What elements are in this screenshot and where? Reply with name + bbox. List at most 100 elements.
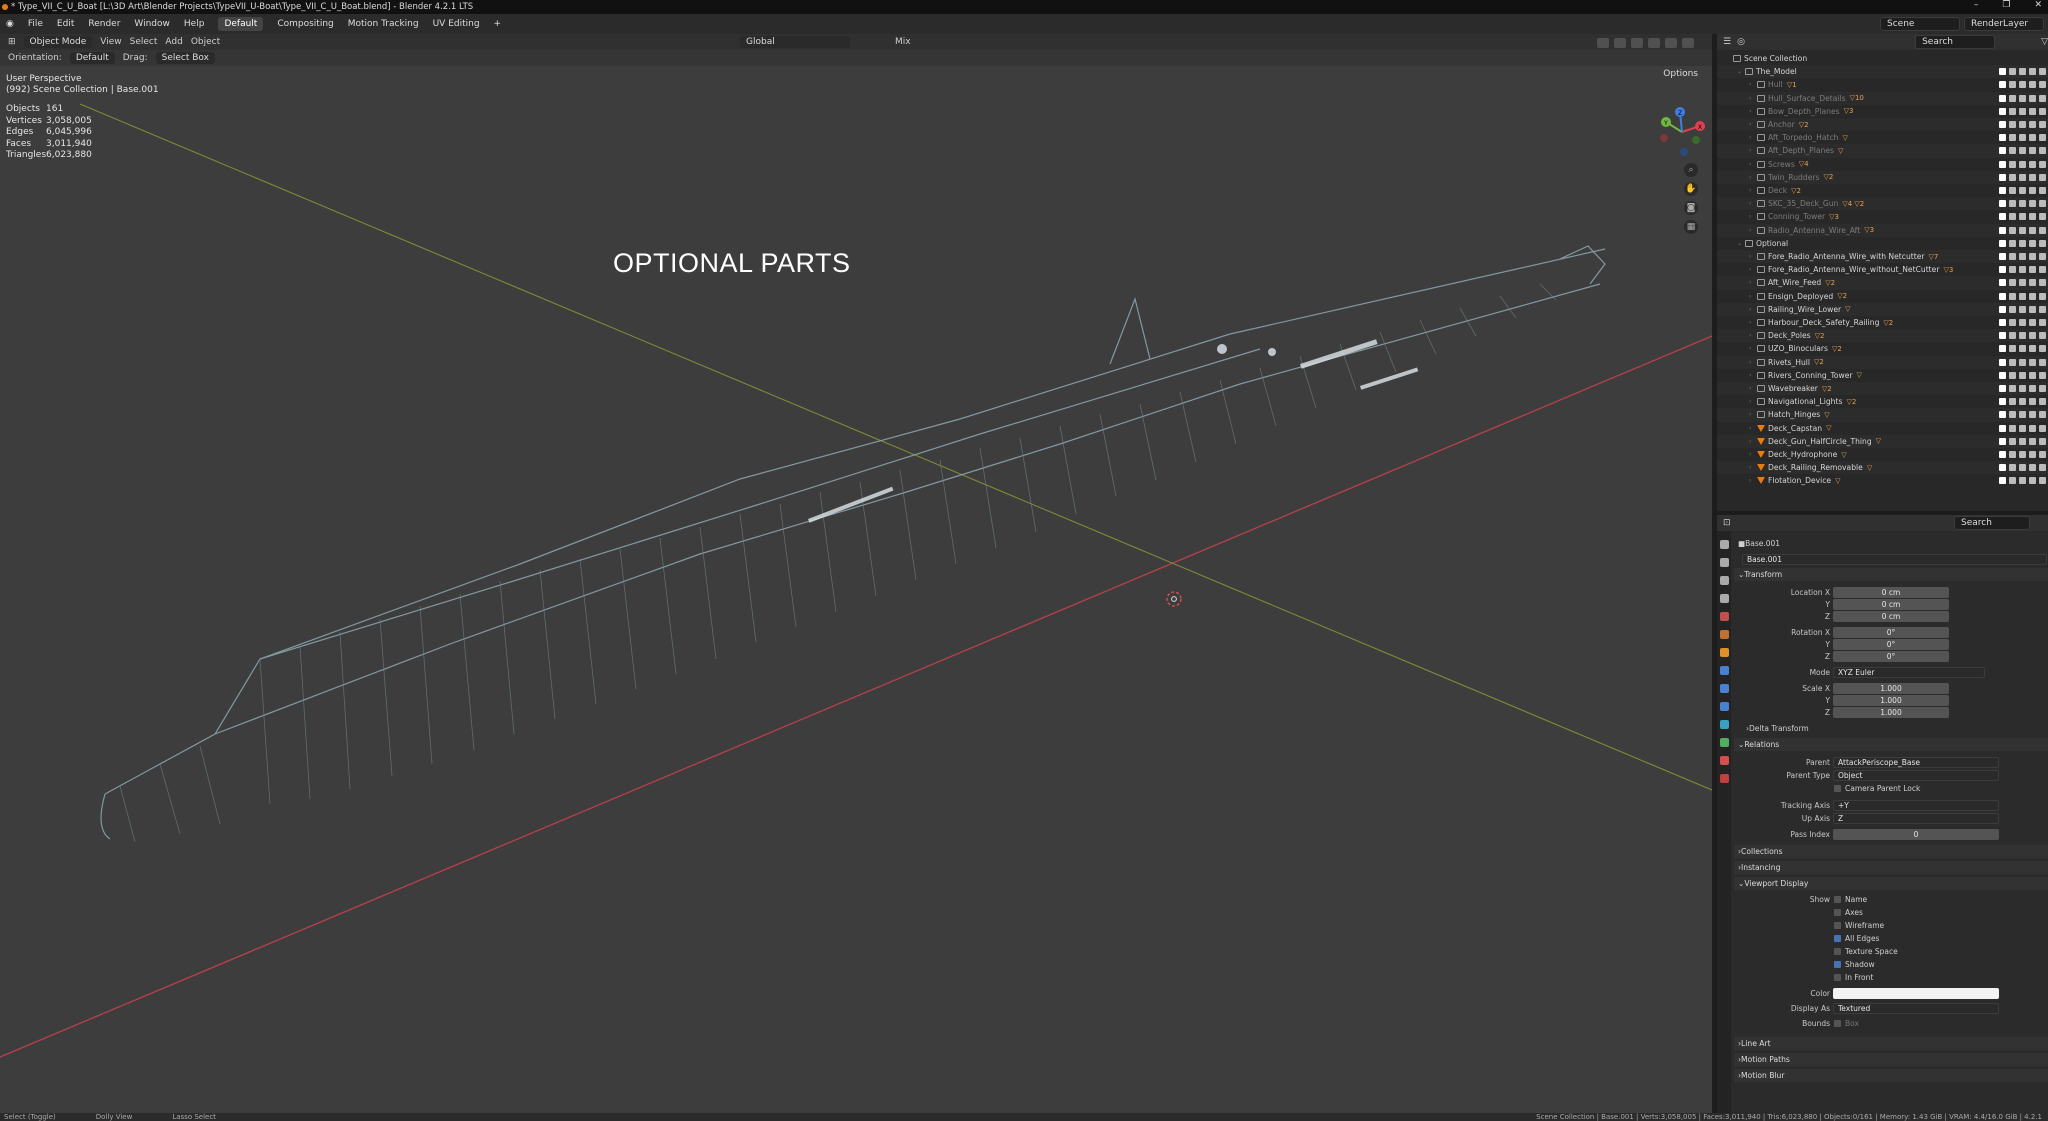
eye-icon[interactable] bbox=[2019, 213, 2026, 221]
viewport-display-icon[interactable] bbox=[2029, 121, 2036, 129]
viewport-display-icon[interactable] bbox=[2029, 200, 2036, 208]
scale-x-field[interactable]: 1.000 bbox=[1833, 683, 1949, 694]
expand-arrow-icon[interactable]: › bbox=[1749, 266, 1757, 273]
outliner-row[interactable]: › Deck_Gun_HalfCircle_Thing ▽ bbox=[1717, 434, 2048, 448]
object-name-field[interactable]: Base.001 bbox=[1742, 554, 2047, 565]
rotation-y-field[interactable]: 0° bbox=[1833, 639, 1949, 650]
selectable-icon[interactable] bbox=[2009, 200, 2016, 208]
minimize-button[interactable]: – bbox=[1974, 0, 1979, 10]
eye-icon[interactable] bbox=[2019, 385, 2026, 393]
exclude-checkbox-icon[interactable] bbox=[1999, 411, 2006, 419]
viewport-display-icon[interactable] bbox=[2029, 213, 2036, 221]
viewport-display-icon[interactable] bbox=[2029, 437, 2036, 445]
outliner-row[interactable]: › UZO_Binoculars ▽2 bbox=[1717, 342, 2048, 355]
eye-icon[interactable] bbox=[2019, 464, 2026, 472]
exclude-checkbox-icon[interactable] bbox=[1999, 464, 2006, 472]
visibility-toggles[interactable] bbox=[1999, 332, 2046, 340]
visibility-toggles[interactable] bbox=[1999, 173, 2046, 181]
viewport-scene[interactable] bbox=[0, 34, 1712, 1117]
render-camera-icon[interactable] bbox=[2039, 411, 2046, 419]
render-camera-icon[interactable] bbox=[2039, 253, 2046, 261]
viewport-display-icon[interactable] bbox=[2029, 147, 2036, 155]
outliner-row[interactable]: › Deck_Hydrophone ▽ bbox=[1717, 448, 2048, 461]
exclude-checkbox-icon[interactable] bbox=[1999, 107, 2006, 115]
selectable-icon[interactable] bbox=[2009, 68, 2016, 76]
expand-arrow-icon[interactable]: › bbox=[1749, 332, 1757, 339]
render-camera-icon[interactable] bbox=[2039, 371, 2046, 379]
visibility-toggles[interactable] bbox=[1999, 68, 2046, 76]
visibility-toggles[interactable] bbox=[1999, 213, 2046, 221]
visibility-toggles[interactable] bbox=[1999, 398, 2046, 406]
selectable-icon[interactable] bbox=[2009, 437, 2016, 445]
visibility-toggles[interactable] bbox=[1999, 319, 2046, 327]
visibility-toggles[interactable] bbox=[1999, 187, 2046, 195]
render-camera-icon[interactable] bbox=[2039, 173, 2046, 181]
selectable-icon[interactable] bbox=[2009, 173, 2016, 181]
eye-icon[interactable] bbox=[2019, 200, 2026, 208]
properties-editor-icon[interactable]: ⊡ bbox=[1723, 518, 1731, 528]
display-mode-icon[interactable]: ◎ bbox=[1737, 37, 1745, 47]
outliner-row[interactable]: › Twin_Rudders ▽2 bbox=[1717, 170, 2048, 184]
line-art-panel-header[interactable]: › Line Art bbox=[1734, 1037, 2048, 1050]
expand-arrow-icon[interactable]: › bbox=[1749, 464, 1757, 471]
visibility-toggles[interactable] bbox=[1999, 81, 2046, 89]
selectable-icon[interactable] bbox=[2009, 107, 2016, 115]
eye-icon[interactable] bbox=[2019, 147, 2026, 155]
modifier-tab-icon[interactable] bbox=[1719, 666, 1729, 675]
transform-panel-header[interactable]: ⌄ Transform bbox=[1734, 568, 2048, 581]
expand-arrow-icon[interactable]: › bbox=[1749, 253, 1757, 260]
render-camera-icon[interactable] bbox=[2039, 451, 2046, 459]
selectable-icon[interactable] bbox=[2009, 213, 2016, 221]
scale-y-field[interactable]: 1.000 bbox=[1833, 695, 1949, 706]
eye-icon[interactable] bbox=[2019, 451, 2026, 459]
viewport-display-icon[interactable] bbox=[2029, 385, 2036, 393]
render-camera-icon[interactable] bbox=[2039, 187, 2046, 195]
render-camera-icon[interactable] bbox=[2039, 279, 2046, 287]
viewport-display-icon[interactable] bbox=[2029, 319, 2036, 327]
outliner-row[interactable]: ⌄ Optional bbox=[1717, 237, 2048, 250]
viewport-display-icon[interactable] bbox=[2029, 451, 2036, 459]
exclude-checkbox-icon[interactable] bbox=[1999, 200, 2006, 208]
motion-blur-panel-header[interactable]: › Motion Blur bbox=[1734, 1069, 2048, 1082]
expand-arrow-icon[interactable]: › bbox=[1749, 359, 1757, 366]
visibility-toggles[interactable] bbox=[1999, 200, 2046, 208]
viewport-display-icon[interactable] bbox=[2029, 134, 2036, 142]
menu-object[interactable]: Object bbox=[191, 37, 220, 47]
exclude-checkbox-icon[interactable] bbox=[1999, 424, 2006, 432]
render-camera-icon[interactable] bbox=[2039, 385, 2046, 393]
visibility-toggles[interactable] bbox=[1999, 477, 2046, 485]
scale-z-field[interactable]: 1.000 bbox=[1833, 707, 1949, 718]
viewport-display-icon[interactable] bbox=[2029, 358, 2036, 366]
visibility-toggles[interactable] bbox=[1999, 107, 2046, 115]
camera-parent-lock-checkbox[interactable]: Camera Parent Lock bbox=[1834, 784, 1920, 793]
visibility-toggles[interactable] bbox=[1999, 239, 2046, 247]
render-camera-icon[interactable] bbox=[2039, 81, 2046, 89]
selectable-icon[interactable] bbox=[2009, 134, 2016, 142]
parent-field[interactable]: AttackPeriscope_Base bbox=[1833, 757, 1999, 768]
show-axes-checkbox[interactable]: Axes bbox=[1834, 908, 1863, 917]
selectable-icon[interactable] bbox=[2009, 253, 2016, 261]
maximize-button[interactable]: ❐ bbox=[2002, 0, 2010, 10]
selectable-icon[interactable] bbox=[2009, 385, 2016, 393]
selectable-icon[interactable] bbox=[2009, 398, 2016, 406]
selectable-icon[interactable] bbox=[2009, 160, 2016, 168]
mode-dropdown[interactable]: Object Mode bbox=[23, 36, 93, 48]
menu-file[interactable]: File bbox=[28, 19, 43, 29]
exclude-checkbox-icon[interactable] bbox=[1999, 253, 2006, 261]
viewport-display-icon[interactable] bbox=[2029, 398, 2036, 406]
exclude-checkbox-icon[interactable] bbox=[1999, 173, 2006, 181]
transform-orientation-dropdown[interactable]: Global bbox=[740, 36, 850, 48]
particles-tab-icon[interactable] bbox=[1719, 684, 1729, 693]
viewport-display-icon[interactable] bbox=[2029, 292, 2036, 300]
outliner-row[interactable]: › Wavebreaker ▽2 bbox=[1717, 382, 2048, 396]
render-camera-icon[interactable] bbox=[2039, 200, 2046, 208]
viewport-display-icon[interactable] bbox=[2029, 371, 2036, 379]
viewport-display-icon[interactable] bbox=[2029, 239, 2036, 247]
expand-arrow-icon[interactable]: › bbox=[1749, 200, 1757, 207]
outliner-row[interactable]: › Flotation_Device ▽ bbox=[1717, 474, 2048, 487]
visibility-toggles[interactable] bbox=[1999, 358, 2046, 366]
expand-arrow-icon[interactable]: › bbox=[1749, 187, 1757, 194]
viewport-display-icon[interactable] bbox=[2029, 305, 2036, 313]
expand-arrow-icon[interactable]: › bbox=[1749, 108, 1757, 115]
selectable-icon[interactable] bbox=[2009, 239, 2016, 247]
